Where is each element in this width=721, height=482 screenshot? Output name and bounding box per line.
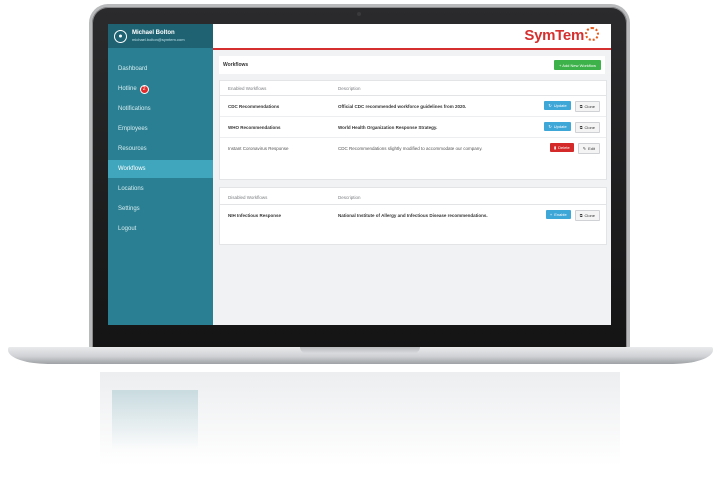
sidebar-item-label: Resources (118, 146, 147, 152)
sidebar-item-label: Notifications (118, 106, 151, 112)
trash-icon: ▮ (553, 144, 557, 150)
refresh-icon: ↻ (548, 102, 552, 108)
button-label: Clone (584, 103, 595, 109)
column-header-name: Disabled Workflows (228, 194, 268, 200)
user-name: Michael Bolton (132, 30, 175, 36)
refresh-icon: ↻ (548, 123, 552, 129)
clone-button[interactable]: ⧉ Clone (574, 209, 600, 221)
clone-button[interactable]: ⧉ Clone (574, 121, 600, 133)
workflow-description: World Health Organization Response Strat… (338, 124, 438, 130)
sun-icon (585, 27, 599, 41)
workflow-name: WHO Recommendations (228, 124, 281, 130)
table-row: Instant Coronavirus Response CDC Recomme… (220, 138, 606, 158)
workflow-name: CDC Recommendations (228, 103, 280, 109)
plus-icon: + (549, 211, 553, 217)
sidebar-item-employees[interactable]: Employees (108, 120, 213, 138)
column-header-description: Description (338, 85, 361, 91)
copy-icon: ⧉ (579, 103, 583, 109)
sidebar-item-dashboard[interactable]: Dashboard (108, 60, 213, 78)
sidebar-item-label: Locations (118, 186, 144, 192)
sidebar: ● Michael Bolton michael.bolton@symtem.c… (108, 24, 213, 325)
logo-text: SymTem (524, 27, 584, 44)
clone-button[interactable]: ⧉ Clone (574, 100, 600, 112)
sidebar-item-logout[interactable]: Logout (108, 220, 213, 238)
update-button[interactable]: ↻ Update (544, 100, 571, 110)
button-label: Enable (554, 211, 567, 217)
copy-icon: ⧉ (579, 124, 583, 130)
button-label: Clone (584, 124, 595, 130)
notification-badge: 2 (139, 84, 149, 94)
workflow-description: Official CDC recommended workforce guide… (338, 103, 467, 109)
edit-button[interactable]: ✎ Edit (577, 142, 600, 154)
webcam (357, 12, 361, 16)
workflow-description: CDC Recommendations slightly modified to… (338, 145, 483, 151)
brand-logo: SymTem (524, 27, 599, 44)
main-content: Workflows + Add New Workflow Enabled Wor… (213, 50, 611, 325)
sidebar-item-label: Employees (118, 126, 148, 132)
add-workflow-button[interactable]: + Add New Workflow (554, 60, 601, 70)
button-label: Delete (558, 144, 570, 150)
button-label: Edit (588, 145, 595, 151)
user-icon: ● (114, 29, 127, 43)
table-row: WHO Recommendations World Health Organiz… (220, 117, 606, 138)
laptop-hinge-notch (300, 347, 420, 353)
app-screen: ● Michael Bolton michael.bolton@symtem.c… (108, 24, 611, 325)
disabled-workflows-table: Disabled Workflows Description NIH Infec… (219, 187, 607, 245)
user-panel[interactable]: ● Michael Bolton michael.bolton@symtem.c… (108, 24, 213, 48)
copy-icon: ⧉ (579, 212, 583, 218)
workflow-description: National Institute of Allergy and Infect… (338, 212, 488, 218)
sidebar-item-resources[interactable]: Resources (108, 140, 213, 158)
sidebar-item-workflows[interactable]: Workflows (108, 160, 213, 178)
button-label: Update (553, 102, 567, 108)
sidebar-item-settings[interactable]: Settings (108, 200, 213, 218)
sidebar-item-locations[interactable]: Locations (108, 180, 213, 198)
sidebar-item-label: Settings (118, 206, 140, 212)
table-row: CDC Recommendations Official CDC recomme… (220, 96, 606, 117)
sidebar-item-notifications[interactable]: Notifications (108, 100, 213, 118)
sidebar-item-label: Hotline (118, 86, 137, 92)
button-label: Clone (584, 212, 595, 218)
enabled-workflows-table: Enabled Workflows Description CDC Recomm… (219, 80, 607, 180)
table-header: Disabled Workflows Description (220, 190, 606, 205)
page-title: Workflows (223, 62, 249, 68)
sidebar-item-label: Logout (118, 226, 137, 232)
workflow-name: Instant Coronavirus Response (228, 145, 289, 151)
sidebar-item-label: Workflows (118, 166, 146, 172)
user-email: michael.bolton@symtem.com (132, 37, 185, 42)
column-header-name: Enabled Workflows (228, 85, 267, 91)
top-header: SymTem (213, 24, 611, 50)
sidebar-item-hotline[interactable]: Hotline 2 (108, 80, 213, 98)
button-label: Update (553, 123, 567, 129)
update-button[interactable]: ↻ Update (544, 121, 571, 131)
page-titlebar: Workflows + Add New Workflow (219, 56, 605, 74)
reflection-sidebar (112, 390, 198, 450)
column-header-description: Description (338, 194, 361, 200)
workflow-name: NIH Infectious Response (228, 212, 282, 218)
delete-button[interactable]: ▮ Delete (549, 142, 574, 152)
floor-reflection (100, 372, 620, 482)
sidebar-item-label: Dashboard (118, 66, 148, 72)
table-header: Enabled Workflows Description (220, 81, 606, 96)
table-row: NIH Infectious Response National Institu… (220, 205, 606, 225)
enable-button[interactable]: + Enable (545, 209, 571, 219)
pencil-icon: ✎ (582, 145, 587, 151)
sidebar-nav: Dashboard Hotline 2 Notifications Employe… (108, 60, 213, 238)
